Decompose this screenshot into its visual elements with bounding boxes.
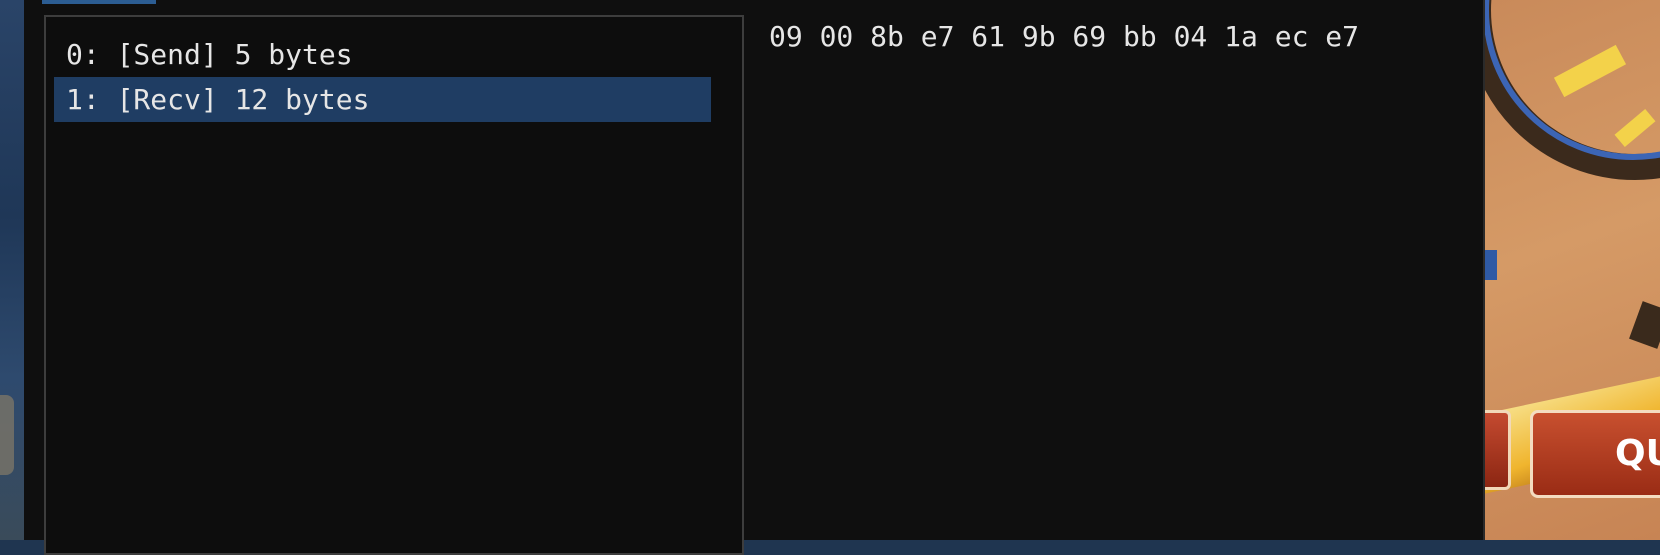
packet-row-send[interactable]: 0: [Send] 5 bytes xyxy=(54,32,711,77)
hex-dump-view: 09 00 8b e7 61 9b 69 bb 04 1a ec e7 xyxy=(769,20,1360,53)
game-background-left xyxy=(0,0,24,540)
packet-inspector-window: 0: [Send] 5 bytes 1: [Recv] 12 bytes 09 … xyxy=(24,0,1485,555)
packet-list[interactable]: 0: [Send] 5 bytes 1: [Recv] 12 bytes xyxy=(44,15,744,555)
packet-row-recv-selected[interactable]: 1: [Recv] 12 bytes xyxy=(54,77,711,122)
active-tab-indicator[interactable] xyxy=(42,0,156,4)
window-edge xyxy=(1483,0,1485,540)
game-dark-block xyxy=(1629,301,1660,349)
game-blue-marker xyxy=(1485,250,1497,280)
quit-button[interactable]: QUIT xyxy=(1530,410,1660,498)
